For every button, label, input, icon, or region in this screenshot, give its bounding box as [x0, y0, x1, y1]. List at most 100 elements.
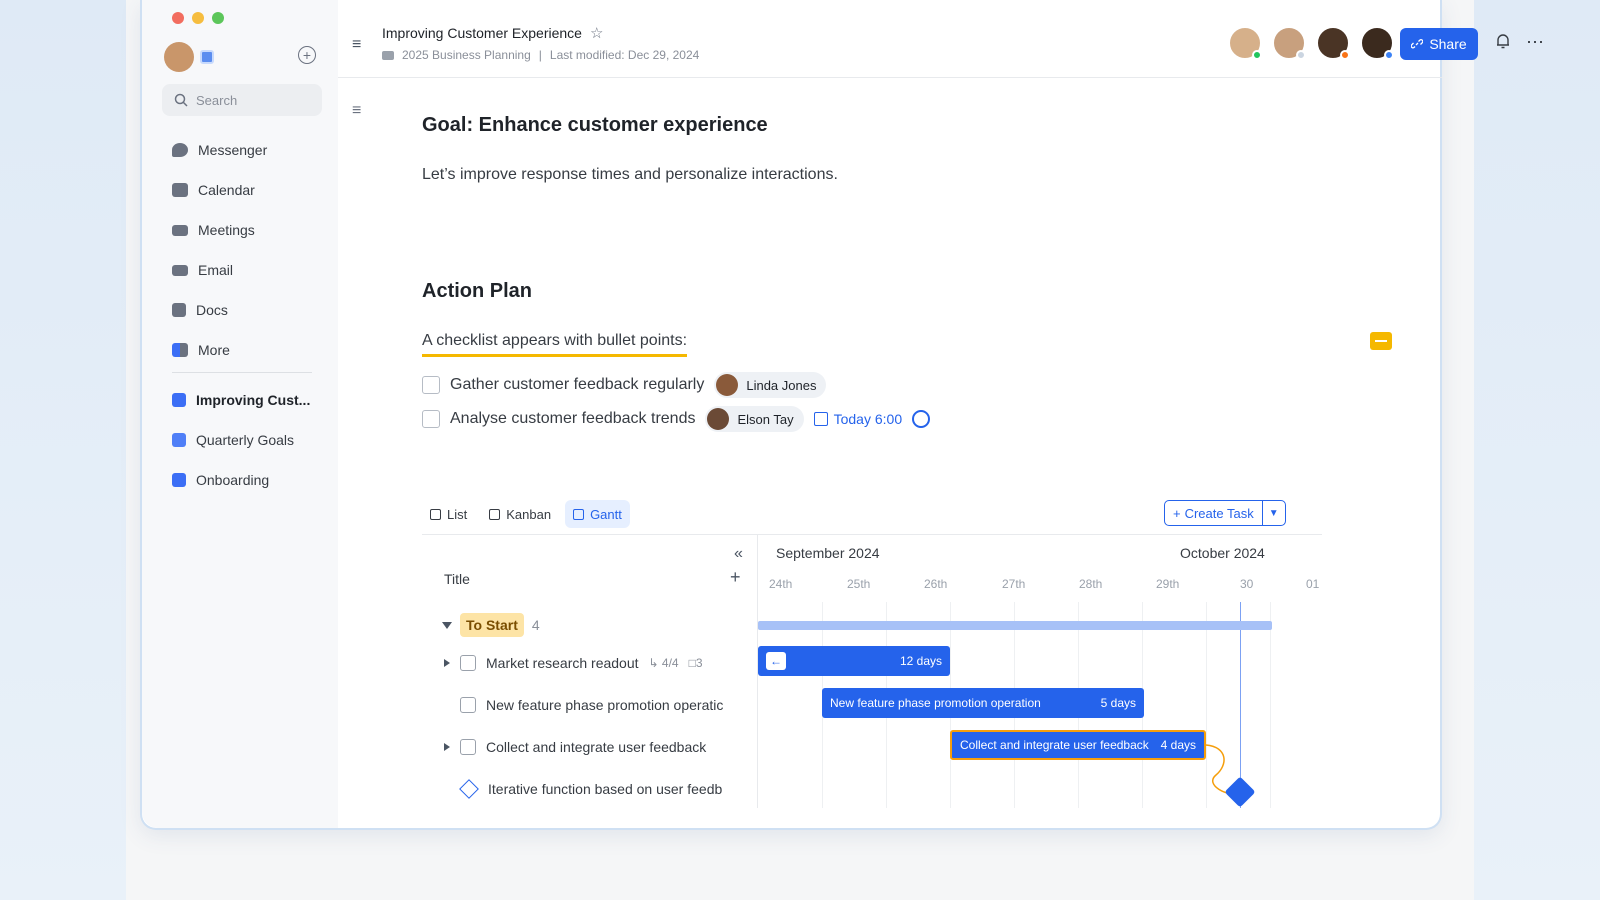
day-label: 27th [1002, 577, 1026, 591]
doc-item-improving-customer-experience[interactable]: Improving Cust... [162, 380, 332, 420]
comment-icon[interactable] [1370, 332, 1392, 350]
task-checkbox[interactable] [460, 739, 476, 755]
sidebar: + Search Messenger Calendar Meetings Ema… [142, 0, 338, 828]
plus-icon: + [1173, 505, 1181, 521]
sidebar-item-docs[interactable]: Docs [162, 290, 322, 330]
tab-kanban[interactable]: Kanban [481, 500, 559, 528]
sidebar-item-label: Email [198, 262, 234, 278]
share-button[interactable]: Share [1400, 28, 1478, 60]
outline-icon[interactable]: ≡ [352, 102, 361, 120]
sidebar-item-messenger[interactable]: Messenger [162, 130, 322, 170]
task-row[interactable]: Market research readout ↳ 4/4 □3 [444, 649, 703, 677]
chevron-down-icon[interactable]: ▼ [1263, 501, 1285, 525]
collaborator-avatar[interactable] [1228, 26, 1262, 60]
doc-item-label: Onboarding [196, 472, 270, 488]
doc-title: Improving Customer Experience ☆ [382, 24, 603, 42]
day-label: 01 [1306, 577, 1320, 591]
task-title: Iterative function based on user feedb [488, 781, 723, 797]
create-task-main[interactable]: + Create Task [1165, 501, 1263, 525]
list-icon [430, 508, 441, 520]
assignee-chip[interactable]: Elson Tay [705, 406, 804, 432]
gantt-task-list: « Title + To Start 4 Market research rea… [422, 535, 758, 808]
task-bar[interactable]: New feature phase promotion operation 5 … [822, 688, 1144, 718]
doc-header: ≡ Improving Customer Experience ☆ 2025 B… [338, 0, 1544, 78]
tab-list[interactable]: List [422, 500, 475, 528]
assignee-avatar [716, 374, 739, 396]
collaborator-avatar[interactable] [1316, 26, 1350, 60]
checklist-text: Gather customer feedback regularly [450, 376, 705, 393]
calendar-shortcut-icon[interactable] [200, 50, 214, 64]
month-label: October 2024 [1180, 545, 1265, 561]
day-label: 24th [769, 577, 793, 591]
link-icon [1411, 39, 1424, 49]
folder-link[interactable]: 2025 Business Planning [402, 48, 531, 62]
task-bar[interactable]: ← 12 days [758, 646, 950, 676]
sheet-icon [172, 473, 186, 487]
sidebar-item-label: More [198, 342, 230, 358]
sidebar-item-calendar[interactable]: Calendar [162, 170, 322, 210]
checklist-item: Analyse customer feedback trends Elson T… [422, 406, 931, 432]
background-left [0, 0, 126, 900]
star-icon[interactable]: ☆ [590, 24, 603, 42]
arrow-left-icon[interactable]: ← [766, 652, 786, 670]
task-row[interactable]: Iterative function based on user feedb [459, 775, 723, 803]
menu-toggle-icon[interactable]: ≡ [352, 36, 361, 54]
collaborator-avatar[interactable] [1272, 26, 1306, 60]
sidebar-nav: Messenger Calendar Meetings Email Docs M… [162, 130, 322, 370]
search-placeholder: Search [196, 92, 238, 108]
task-title: Market research readout [486, 655, 639, 671]
milestone-icon [459, 779, 479, 799]
search-input[interactable]: Search [162, 84, 322, 116]
sidebar-item-label: Docs [196, 302, 228, 318]
expand-caret-icon[interactable] [444, 743, 450, 751]
sidebar-divider [172, 372, 312, 373]
collapse-panel-icon[interactable]: « [734, 545, 743, 563]
doc-item-onboarding[interactable]: Onboarding [162, 460, 332, 500]
search-icon [174, 93, 188, 107]
close-window-button[interactable] [172, 12, 184, 24]
status-dot [1384, 50, 1394, 60]
due-date-chip[interactable]: Today 6:00 [813, 411, 902, 427]
task-bar-selected[interactable]: Collect and integrate user feedback 4 da… [950, 730, 1206, 760]
group-header[interactable]: To Start 4 [422, 611, 540, 639]
sidebar-item-more[interactable]: More [162, 330, 322, 370]
bell-icon[interactable] [1496, 33, 1510, 54]
meta-separator: | [538, 48, 542, 62]
doc-title-text[interactable]: Improving Customer Experience [382, 25, 582, 41]
month-label: September 2024 [776, 545, 880, 561]
add-column-icon[interactable]: + [730, 567, 741, 588]
sidebar-item-label: Messenger [198, 142, 268, 158]
create-task-button[interactable]: + Create Task ▼ [1164, 500, 1286, 526]
expand-caret-icon[interactable] [442, 621, 452, 629]
doc-item-quarterly-goals[interactable]: Quarterly Goals [162, 420, 332, 460]
task-row[interactable]: New feature phase promotion operatic [460, 691, 723, 719]
subtask-count: ↳ 4/4 [648, 656, 679, 670]
kanban-icon [489, 508, 501, 520]
sidebar-item-email[interactable]: Email [162, 250, 322, 290]
goal-paragraph: Let’s improve response times and persona… [422, 166, 838, 183]
task-row[interactable]: Collect and integrate user feedback [444, 733, 706, 761]
docs-icon [172, 303, 186, 317]
assignee-chip[interactable]: Linda Jones [714, 372, 827, 398]
task-checkbox[interactable] [460, 655, 476, 671]
checkbox[interactable] [422, 410, 440, 428]
user-avatar[interactable] [164, 42, 194, 72]
expand-caret-icon[interactable] [444, 659, 450, 667]
task-checkbox[interactable] [460, 697, 476, 713]
tab-gantt[interactable]: Gantt [565, 500, 630, 528]
new-item-button[interactable]: + [298, 46, 316, 64]
task-title: New feature phase promotion operatic [486, 697, 724, 713]
minimize-window-button[interactable] [192, 12, 204, 24]
sidebar-item-meetings[interactable]: Meetings [162, 210, 322, 250]
status-badge: To Start [460, 613, 524, 637]
sidebar-item-label: Calendar [198, 182, 255, 198]
alarm-clock-icon[interactable] [912, 410, 931, 428]
maximize-window-button[interactable] [212, 12, 224, 24]
group-summary-bar [758, 621, 1272, 630]
assignee-name: Elson Tay [737, 411, 794, 427]
collaborator-avatar[interactable] [1360, 26, 1394, 60]
more-options-icon[interactable]: ⋯ [1526, 32, 1545, 53]
checkbox[interactable] [422, 376, 440, 394]
tab-label: Gantt [590, 506, 622, 522]
comment-count: □3 [688, 656, 703, 670]
